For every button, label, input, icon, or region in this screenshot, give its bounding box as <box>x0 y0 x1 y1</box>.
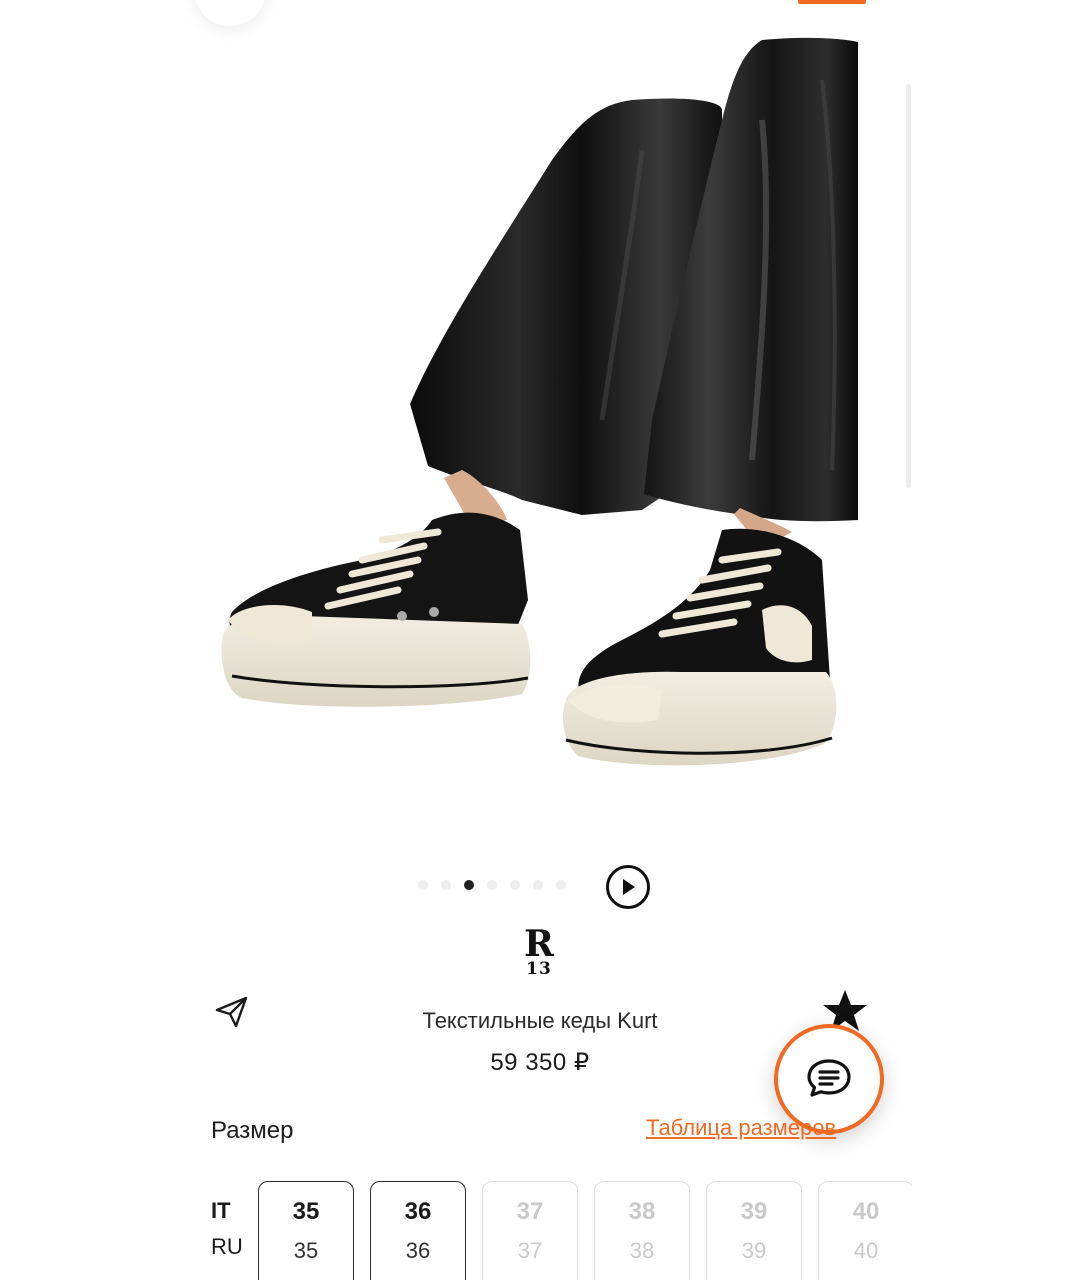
size-ru-value: 40 <box>853 1238 879 1263</box>
brand-logo-letter: R <box>524 923 554 965</box>
size-ru-value: 39 <box>741 1238 767 1263</box>
size-options: 35 35 36 36 37 37 38 38 39 39 40 40 <box>258 1181 912 1280</box>
image-scrollbar[interactable] <box>906 84 911 488</box>
carousel-dot[interactable] <box>441 880 451 890</box>
carousel-dot[interactable] <box>533 880 543 890</box>
play-icon <box>623 879 635 895</box>
size-it-value: 40 <box>852 1198 880 1225</box>
size-option[interactable]: 37 37 <box>482 1181 578 1280</box>
size-system-ru: RU <box>211 1234 243 1259</box>
size-it-value: 39 <box>740 1198 768 1225</box>
size-label: Размер <box>211 1117 294 1144</box>
size-ru-value: 37 <box>517 1238 543 1263</box>
play-video-button[interactable] <box>606 865 650 909</box>
product-title: Текстильные кеды Kurt <box>422 1008 658 1033</box>
size-ru-value: 38 <box>629 1238 655 1263</box>
size-option[interactable]: 35 35 <box>258 1181 354 1280</box>
size-it-value: 38 <box>628 1198 656 1225</box>
carousel-indicators <box>418 880 566 890</box>
size-option[interactable]: 38 38 <box>594 1181 690 1280</box>
size-ru-value: 35 <box>293 1238 319 1263</box>
size-option[interactable]: 39 39 <box>706 1181 802 1280</box>
carousel-dot[interactable] <box>510 880 520 890</box>
chat-bubble-icon <box>807 1059 851 1097</box>
size-option[interactable]: 40 40 <box>818 1181 912 1280</box>
product-image <box>221 37 858 766</box>
size-option[interactable]: 36 36 <box>370 1181 466 1280</box>
carousel-dot[interactable] <box>487 880 497 890</box>
size-it-value: 37 <box>516 1198 544 1225</box>
brand-logo[interactable]: R 13 <box>519 923 559 980</box>
size-ru-value: 36 <box>405 1238 431 1263</box>
carousel-dot[interactable] <box>464 880 474 890</box>
size-system-it: IT <box>211 1198 231 1223</box>
size-system-labels: IT RU <box>211 1196 243 1262</box>
carousel-dot[interactable] <box>556 880 566 890</box>
size-it-value: 36 <box>404 1198 432 1225</box>
carousel-dot[interactable] <box>418 880 428 890</box>
size-it-value: 35 <box>292 1198 320 1225</box>
product-gallery[interactable] <box>162 0 912 860</box>
size-table-link[interactable]: Таблица размеров <box>646 1115 836 1141</box>
product-page: R 13 Текстильные кеды Kurt 59 350 ₽ Разм… <box>162 0 912 1280</box>
